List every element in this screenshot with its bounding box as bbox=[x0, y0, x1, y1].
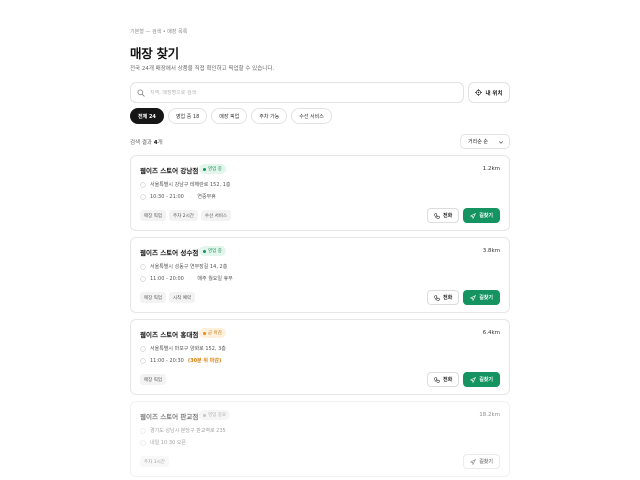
search-input[interactable] bbox=[150, 89, 450, 96]
phone-icon bbox=[434, 376, 440, 383]
store-name: 웹이즈 스토어 강남점 bbox=[140, 167, 199, 175]
store-finder-page: 기본형 — 검색 • 매장 목록 매장 찾기 전국 24개 매장에서 상품을 직… bbox=[130, 0, 510, 480]
store-hours: 11:00 - 20:30 bbox=[150, 357, 184, 364]
store-distance: 18.2km bbox=[479, 412, 500, 418]
call-button[interactable]: 전화 bbox=[426, 372, 460, 387]
directions-button[interactable]: 길찾기 bbox=[463, 208, 500, 223]
store-hours: 10:30 - 21:00 bbox=[150, 193, 184, 200]
crosshair-icon bbox=[475, 89, 483, 96]
store-name: 웹이즈 스토어 성수점 bbox=[140, 249, 199, 257]
store-hours: 내일 10:30 오픈 bbox=[150, 440, 186, 446]
directions-button[interactable]: 길찾기 bbox=[463, 290, 500, 305]
result-count: 검색 결과 4개 bbox=[130, 140, 163, 146]
store-tag: 주차 2시간 bbox=[169, 210, 198, 221]
store-address-row: 서울특별시 성동구 연무장길 14, 2층 bbox=[140, 263, 227, 270]
breadcrumb: 기본형 — 검색 • 매장 목록 bbox=[130, 29, 188, 35]
store-hours-row: 11:00 - 20:30 (30분 뒤 마감) bbox=[140, 357, 221, 364]
store-tag: 수선 서비스 bbox=[200, 210, 231, 221]
store-distance: 3.8km bbox=[482, 248, 500, 254]
store-tag: 매장 픽업 bbox=[140, 374, 166, 385]
store-tags: 주차 3시간 bbox=[140, 456, 169, 467]
clock-icon bbox=[140, 275, 146, 282]
navigation-arrow-icon bbox=[470, 212, 477, 219]
phone-icon bbox=[434, 212, 440, 219]
clock-icon bbox=[140, 439, 146, 446]
filter-chip-repair[interactable]: 수선 서비스 bbox=[291, 108, 332, 124]
status-badge: 곧 마감 bbox=[199, 328, 226, 338]
store-address-row: 서울특별시 강남구 테헤란로 152, 1층 bbox=[140, 181, 230, 188]
store-name: 웹이즈 스토어 홍대점 bbox=[140, 331, 199, 339]
store-hours-note: 연중무휴 bbox=[197, 194, 216, 200]
store-card[interactable]: 웹이즈 스토어 홍대점 곧 마감 6.4km 서울특별시 마포구 양화로 152… bbox=[130, 319, 510, 395]
filter-chip-open[interactable]: 영업 중 18 bbox=[167, 108, 208, 124]
navigation-arrow-icon bbox=[470, 458, 477, 465]
store-address-row: 경기도 성남시 분당구 판교역로 235 bbox=[140, 427, 226, 434]
store-tags: 매장 픽업 주차 2시간 수선 서비스 bbox=[140, 210, 231, 221]
store-name: 웹이즈 스토어 판교점 bbox=[140, 413, 199, 421]
call-button[interactable]: 전화 bbox=[426, 290, 460, 305]
directions-button[interactable]: 길찾기 bbox=[463, 454, 500, 469]
filter-chip-parking[interactable]: 주차 가능 bbox=[251, 108, 288, 124]
store-tag: 주차 3시간 bbox=[140, 456, 169, 467]
store-address: 서울특별시 성동구 연무장길 14, 2층 bbox=[150, 264, 228, 270]
store-hours-row: 10:30 - 21:00 · 연중무휴 bbox=[140, 193, 216, 200]
navigation-arrow-icon bbox=[470, 294, 477, 301]
sort-selected-value: 거리순 순 bbox=[468, 139, 488, 145]
store-hours: 11:00 - 20:00 bbox=[150, 275, 184, 282]
store-card[interactable]: 웹이즈 스토어 성수점 영업 중 3.8km 서울특별시 성동구 연무장길 14… bbox=[130, 237, 510, 313]
location-pin-icon bbox=[140, 345, 146, 352]
clock-icon bbox=[140, 193, 146, 200]
store-tags: 매장 픽업 시착 예약 bbox=[140, 292, 195, 303]
page-subtitle: 전국 24개 매장에서 상품을 직접 확인하고 픽업할 수 있습니다. bbox=[130, 66, 275, 72]
store-tag: 매장 픽업 bbox=[140, 210, 166, 221]
directions-button[interactable]: 길찾기 bbox=[463, 372, 500, 387]
clock-icon bbox=[140, 357, 146, 364]
status-badge: 영업 종료 bbox=[199, 410, 230, 420]
store-tags: 매장 픽업 bbox=[140, 374, 166, 385]
store-tag: 매장 픽업 bbox=[140, 292, 166, 303]
store-tag: 시착 예약 bbox=[169, 292, 195, 303]
my-location-button[interactable]: 내 위치 bbox=[468, 82, 510, 103]
store-address: 경기도 성남시 분당구 판교역로 235 bbox=[150, 428, 226, 434]
phone-icon bbox=[434, 294, 440, 301]
page-title: 매장 찾기 bbox=[130, 46, 179, 61]
store-distance: 6.4km bbox=[482, 330, 500, 336]
store-address-row: 서울특별시 마포구 양화로 152, 3층 bbox=[140, 345, 226, 352]
call-button[interactable]: 전화 bbox=[426, 208, 460, 223]
search-box[interactable] bbox=[130, 82, 464, 103]
my-location-label: 내 위치 bbox=[485, 90, 503, 97]
store-card[interactable]: 웹이즈 스토어 판교점 영업 종료 18.2km 경기도 성남시 분당구 판교역… bbox=[130, 401, 510, 477]
search-icon bbox=[137, 89, 145, 97]
store-distance: 1.2km bbox=[482, 166, 500, 172]
store-hours-row: 내일 10:30 오픈 bbox=[140, 439, 186, 446]
store-address: 서울특별시 마포구 양화로 152, 3층 bbox=[150, 346, 226, 352]
sort-select[interactable]: 거리순 순 bbox=[460, 134, 510, 149]
store-hours-note: 매주 월요일 휴무 bbox=[197, 276, 233, 282]
filter-chip-all[interactable]: 전체 24 bbox=[130, 108, 164, 124]
store-hours-row: 11:00 - 20:00 · 매주 월요일 휴무 bbox=[140, 275, 233, 282]
closing-soon-warning: (30분 뒤 마감) bbox=[187, 358, 222, 364]
location-pin-icon bbox=[140, 263, 146, 270]
filter-chips: 전체 24 영업 중 18 매장 픽업 주차 가능 수선 서비스 bbox=[130, 108, 332, 124]
status-badge: 영업 중 bbox=[199, 164, 226, 174]
filter-chip-pickup[interactable]: 매장 픽업 bbox=[211, 108, 248, 124]
store-address: 서울특별시 강남구 테헤란로 152, 1층 bbox=[150, 182, 231, 188]
status-badge: 영업 중 bbox=[199, 246, 226, 256]
location-pin-icon bbox=[140, 181, 146, 188]
location-pin-icon bbox=[140, 427, 146, 434]
navigation-arrow-icon bbox=[470, 376, 477, 383]
chevron-down-icon bbox=[498, 140, 504, 144]
store-card[interactable]: 웹이즈 스토어 강남점 영업 중 1.2km 서울특별시 강남구 테헤란로 15… bbox=[130, 155, 510, 231]
